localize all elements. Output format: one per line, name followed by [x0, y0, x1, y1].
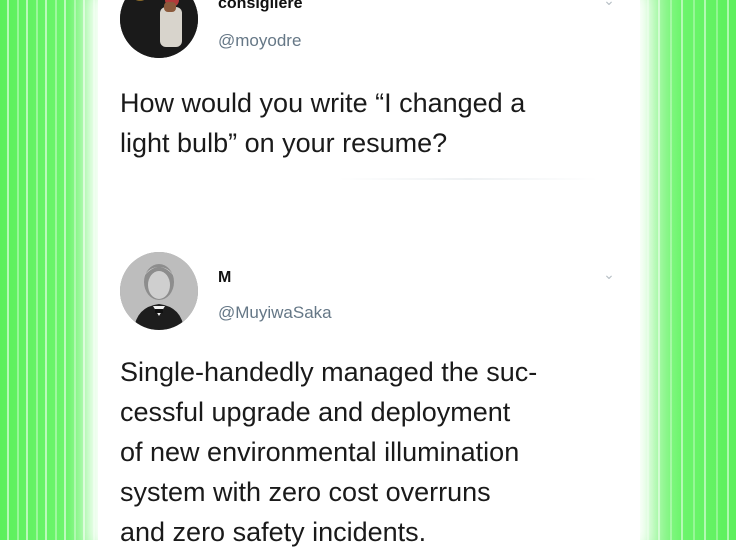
chevron-down-icon[interactable]: ⌄ — [600, 267, 618, 281]
avatar[interactable] — [120, 252, 198, 330]
green-frame-right — [626, 0, 736, 540]
user-handle[interactable]: @moyodre — [218, 31, 301, 51]
user-handle[interactable]: @MuyiwaSaka — [218, 303, 332, 323]
tweet-text-line: Single-handedly managed the suc- — [120, 357, 538, 387]
tweet-text: Single-handedly managed the suc- cessful… — [120, 352, 620, 552]
tweet-text-line: light bulb” on your resume? — [120, 128, 448, 158]
tweet-text-line: How would you write “I changed a — [120, 88, 526, 118]
tweet-text-line: cessful upgrade and deployment — [120, 397, 511, 427]
divider — [338, 178, 598, 180]
display-name[interactable]: M — [218, 269, 231, 287]
avatar[interactable] — [120, 0, 198, 58]
tweet-text-line: system with zero cost overruns — [120, 477, 491, 507]
chevron-down-icon[interactable]: ⌄ — [600, 0, 618, 7]
tweet-card: consigliere @moyodre ⌄ How would you wri… — [98, 0, 640, 547]
profile-photo-icon — [120, 252, 198, 330]
tweet-text-line: of new environmental illumination — [120, 437, 520, 467]
tweet-text-line: and zero safety incidents. — [120, 517, 427, 547]
display-name[interactable]: consigliere — [218, 0, 302, 13]
tweet-text: How would you write “I changed a light b… — [120, 83, 620, 163]
profile-photo-icon — [120, 0, 198, 58]
